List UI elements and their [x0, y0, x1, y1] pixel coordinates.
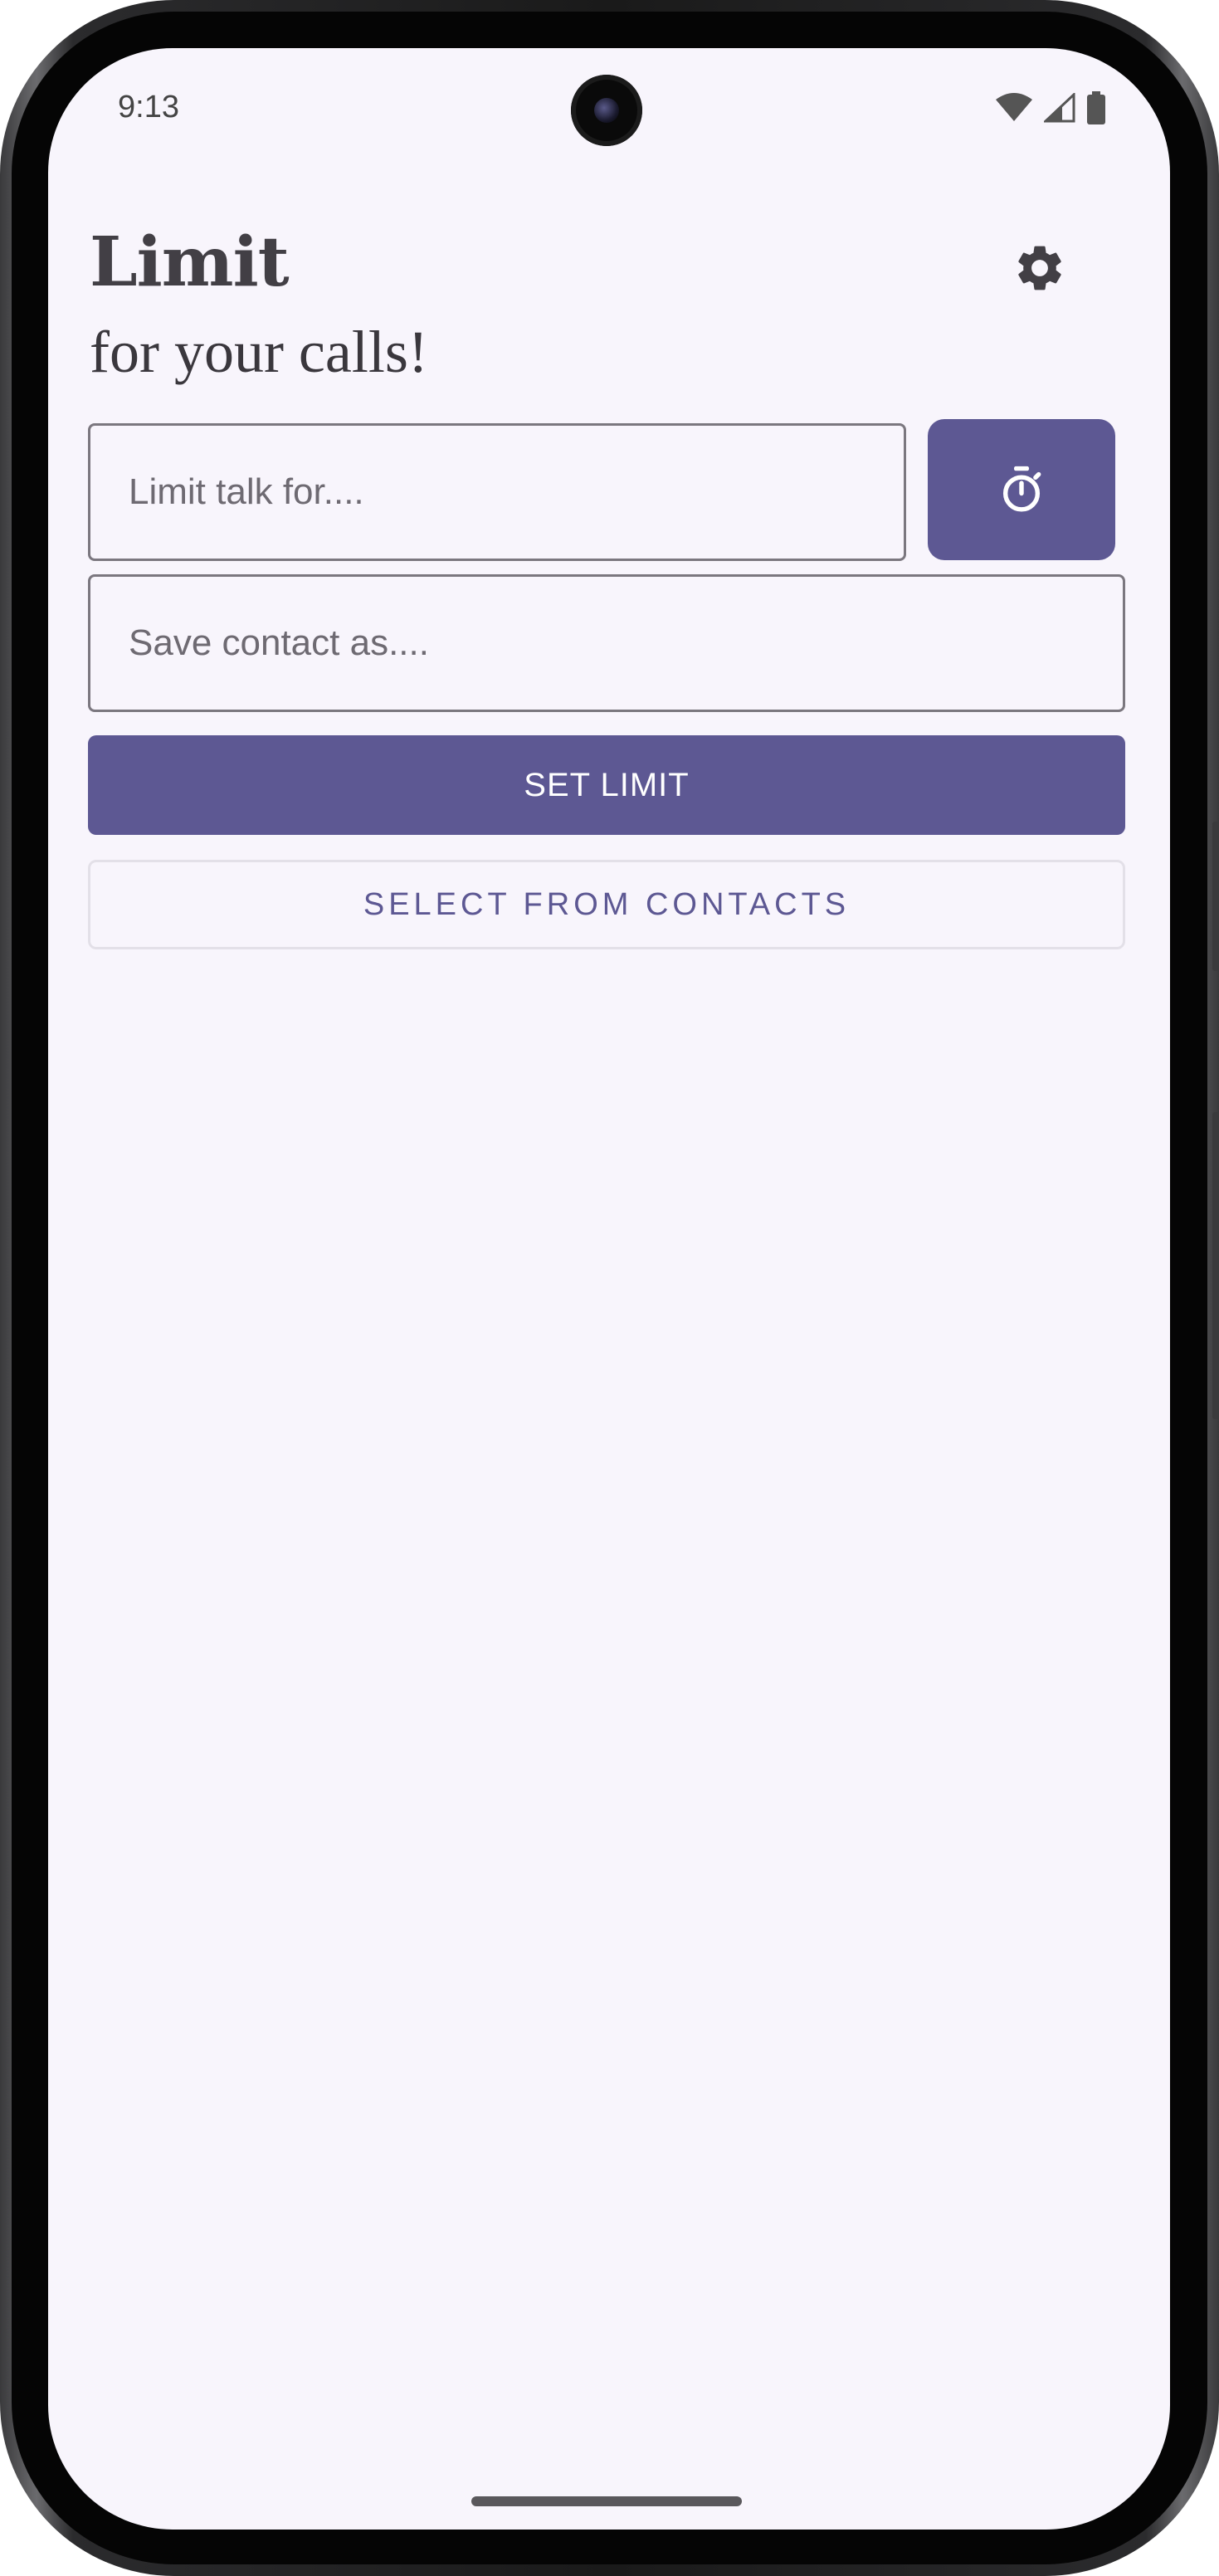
app-screen: 9:13 Limit for your calls! Limit talk fo… — [48, 48, 1170, 2530]
power-button — [1212, 1112, 1219, 1419]
battery-icon — [1087, 91, 1105, 124]
settings-button[interactable] — [1002, 231, 1077, 305]
signal-icon — [1044, 93, 1075, 123]
status-time: 9:13 — [118, 90, 179, 124]
save-contact-input[interactable] — [88, 574, 1125, 712]
front-camera — [571, 75, 642, 146]
wifi-icon — [996, 93, 1032, 121]
select-from-contacts-button[interactable]: SELECT FROM CONTACTS — [88, 860, 1125, 949]
phone-frame: 9:13 Limit for your calls! Limit talk fo… — [0, 0, 1219, 2576]
gear-icon — [1018, 246, 1061, 290]
timer-button[interactable] — [928, 419, 1115, 560]
status-icons — [996, 91, 1105, 124]
home-indicator[interactable] — [471, 2496, 742, 2506]
stopwatch-icon — [1002, 466, 1041, 512]
limit-talk-input[interactable] — [88, 423, 906, 561]
app-title: Limit — [90, 222, 290, 302]
volume-button — [1212, 822, 1219, 971]
set-limit-button[interactable]: SET LIMIT — [88, 735, 1125, 835]
app-subtitle: for your calls! — [90, 319, 428, 385]
